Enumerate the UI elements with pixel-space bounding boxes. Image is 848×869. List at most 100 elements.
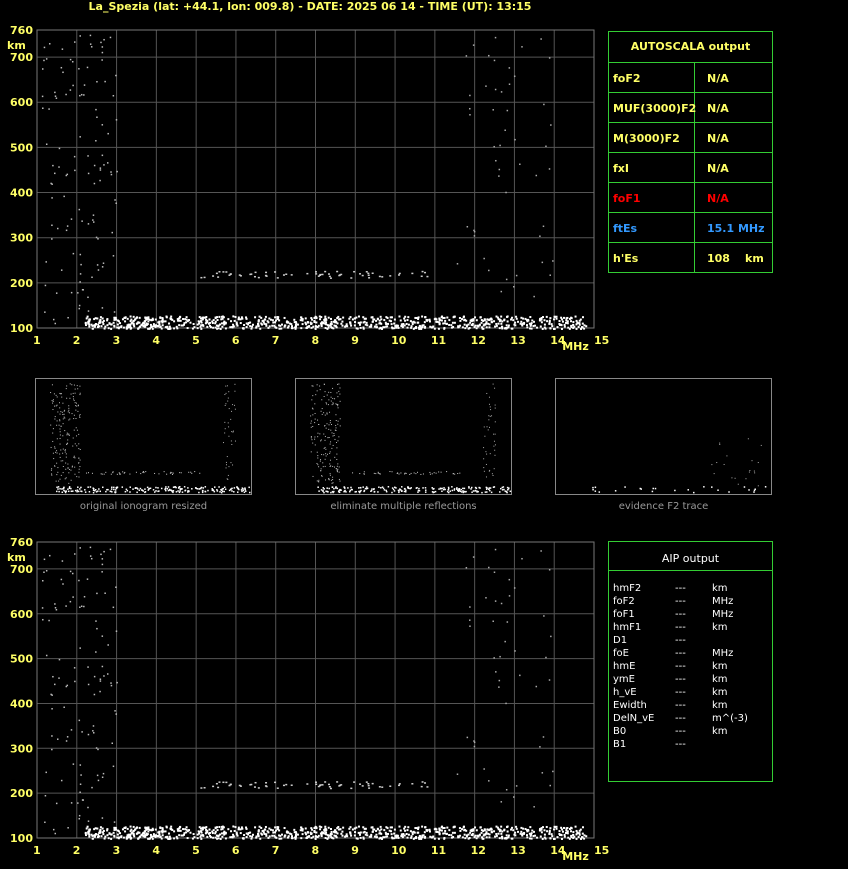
echo-point	[319, 318, 322, 321]
echo-point	[409, 830, 412, 833]
echo-point	[116, 681, 118, 684]
echo-point	[321, 399, 323, 401]
echo-point	[81, 731, 83, 733]
echo-point	[341, 324, 344, 327]
aip-value: ---	[675, 583, 686, 594]
echo-point	[363, 317, 366, 320]
echo-point	[78, 471, 80, 473]
echo-point	[189, 321, 192, 324]
echo-point	[86, 472, 88, 474]
echo-point	[317, 486, 319, 488]
echo-point	[273, 831, 276, 834]
echo-point	[340, 784, 343, 786]
echo-point	[318, 481, 320, 483]
echo-point	[312, 442, 314, 444]
echo-point	[333, 434, 335, 436]
echo-point	[488, 269, 490, 272]
echo-point	[462, 491, 465, 494]
echo-point	[204, 832, 207, 835]
echo-point	[475, 837, 478, 840]
echo-point	[328, 399, 330, 401]
echo-point	[331, 447, 333, 449]
echo-point	[364, 833, 367, 836]
echo-point	[165, 826, 168, 829]
echo-point	[177, 490, 179, 492]
echo-point	[44, 821, 46, 824]
echo-point	[545, 315, 548, 318]
echo-point	[42, 618, 44, 621]
echo-point	[347, 487, 349, 489]
echo-point	[100, 835, 103, 838]
echo-point	[337, 405, 339, 407]
echo-point	[249, 273, 252, 276]
echo-point	[53, 393, 55, 395]
autoscala-title: AUTOSCALA output	[630, 40, 751, 53]
echo-point	[314, 438, 316, 440]
echo-point	[336, 458, 338, 460]
echo-point	[404, 319, 407, 322]
echo-point	[437, 327, 440, 330]
echo-point	[443, 487, 445, 489]
echo-point	[473, 230, 476, 233]
echo-point	[73, 429, 75, 431]
echo-point	[441, 487, 443, 490]
echo-point	[220, 832, 223, 835]
echo-point	[234, 390, 236, 392]
echo-point	[398, 783, 401, 785]
echo-point	[63, 487, 65, 489]
echo-point	[172, 491, 174, 494]
echo-point	[83, 605, 85, 608]
echo-point	[165, 486, 167, 488]
echo-point	[278, 319, 281, 322]
aip-value: ---	[675, 687, 686, 698]
echo-point	[92, 214, 95, 216]
echo-point	[330, 320, 333, 323]
echo-point	[513, 833, 516, 836]
echo-point	[221, 825, 224, 828]
echo-point	[216, 319, 219, 322]
echo-point	[555, 317, 558, 320]
echo-point	[136, 826, 139, 829]
echo-point	[110, 682, 112, 684]
echo-point	[96, 317, 99, 320]
echo-point	[79, 253, 82, 256]
echo-point	[493, 59, 496, 62]
echo-point	[51, 473, 53, 475]
echo-point	[450, 836, 453, 839]
echo-point	[132, 488, 134, 490]
echo-point	[390, 320, 393, 323]
echo-point	[78, 814, 81, 817]
echo-point	[515, 827, 518, 830]
echo-point	[154, 318, 157, 321]
aip-label: hmE	[613, 661, 636, 672]
echo-point	[316, 462, 318, 464]
echo-point	[345, 491, 347, 493]
echo-point	[265, 323, 268, 326]
echo-point	[572, 831, 575, 834]
echo-point	[56, 450, 58, 452]
echo-point	[324, 315, 327, 318]
echo-point	[249, 491, 251, 494]
echo-point	[70, 487, 72, 490]
echo-point	[329, 459, 331, 461]
echo-point	[563, 833, 566, 836]
echo-point	[330, 830, 333, 833]
echo-point	[213, 490, 216, 493]
echo-point	[191, 837, 194, 840]
echo-point	[287, 835, 290, 838]
echo-point	[120, 835, 123, 838]
echo-point	[79, 35, 81, 37]
echo-point	[375, 833, 378, 836]
echo-point	[328, 424, 330, 426]
echo-point	[184, 318, 187, 321]
x-tick-label: 5	[192, 844, 200, 857]
echo-point	[52, 318, 55, 321]
echo-point	[175, 486, 177, 489]
echo-point	[359, 490, 361, 493]
echo-point	[296, 323, 299, 326]
echo-point	[51, 474, 53, 476]
echo-point	[465, 566, 468, 569]
echo-point	[300, 327, 303, 330]
echo-point	[483, 257, 485, 260]
aip-label: Ewidth	[613, 700, 647, 711]
